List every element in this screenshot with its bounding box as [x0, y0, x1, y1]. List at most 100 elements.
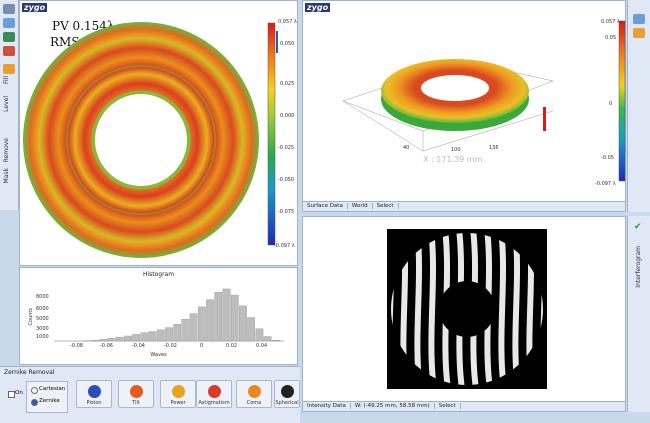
x-tick: -0.08	[70, 343, 83, 349]
status-select[interactable]: Select	[439, 403, 461, 409]
cartesian-label: Cartesian	[39, 386, 65, 392]
surface-map-plot[interactable]	[20, 1, 299, 267]
spherical-icon	[281, 385, 294, 398]
zernike-spherical-button[interactable]: Spherical	[274, 380, 300, 408]
histogram-bar	[223, 289, 230, 341]
zernike-tilt-button[interactable]: Tilt	[118, 380, 154, 408]
cbar-tick: 0.025	[280, 81, 294, 87]
histogram-bar	[141, 333, 148, 341]
power-icon	[172, 385, 185, 398]
zernike-button-label: Power	[161, 400, 195, 406]
check-icon[interactable]: ✔	[634, 222, 642, 232]
histogram-bar	[190, 314, 197, 341]
interferogram-background	[387, 229, 547, 389]
mask-label[interactable]: Mask	[3, 168, 10, 183]
histogram-xlabel: Waves	[20, 352, 297, 358]
remove-label[interactable]: Remove	[3, 138, 10, 162]
cbar-tick: 0.057 λ	[278, 19, 297, 25]
histogram-title: Histogram	[20, 271, 297, 278]
coma-icon	[248, 385, 261, 398]
x-tick: 0.04	[256, 343, 267, 349]
histogram-panel: Histogram Counts 8000 6000 5000 3000 100…	[19, 267, 298, 365]
x-tick: 0	[200, 343, 203, 349]
piston-icon	[88, 385, 101, 398]
settings-icon[interactable]	[633, 28, 645, 38]
axis-value: 40	[403, 145, 409, 151]
histogram-bar	[264, 337, 271, 341]
cbar-tick: -0.05	[601, 155, 614, 161]
fill-label: Fill	[3, 76, 10, 84]
plot3d-sidebar	[627, 0, 650, 212]
fringe-line	[431, 229, 434, 389]
color-icon[interactable]	[3, 46, 15, 56]
cbar-tick: -0.025	[278, 145, 294, 151]
status-intensity-data[interactable]: Intensity Data	[307, 403, 351, 409]
histogram-bar	[215, 292, 222, 341]
cbar-tick: -0.050	[278, 177, 294, 183]
y-tick: 1000	[36, 334, 49, 340]
zernike-piston-button[interactable]: Piston	[76, 380, 112, 408]
y-tick: 8000	[36, 294, 49, 300]
x-tick: -0.04	[132, 343, 145, 349]
cbar-tick: -0.097 λ	[274, 243, 295, 249]
y-tick: 3000	[36, 326, 49, 332]
plot3d-statusbar: Surface Data World Select	[303, 201, 625, 211]
histogram-bar	[165, 328, 172, 341]
y-tick: 6000	[36, 306, 49, 312]
histogram-bar	[247, 317, 254, 341]
interferogram-panel: Intensity DataW: (-49.25 mm, 58.58 mm)Se…	[302, 216, 626, 412]
view-icon[interactable]	[3, 32, 15, 42]
histogram-ylabel: Counts	[28, 308, 34, 325]
fringe-line	[501, 229, 504, 389]
left-toolbar: Fill Level Remove Mask	[0, 0, 19, 210]
zernike-button-label: Tilt	[119, 400, 153, 406]
interferogram-sidebar: ✔ Interferogram	[627, 216, 650, 412]
status-world[interactable]: World	[352, 203, 373, 209]
histogram-bar	[124, 336, 131, 341]
interferogram-statusbar: Intensity DataW: (-49.25 mm, 58.58 mm)Se…	[303, 401, 625, 411]
zernike-power-button[interactable]: Power	[160, 380, 196, 408]
cartesian-radio[interactable]	[31, 387, 38, 394]
status-select[interactable]: Select	[377, 203, 399, 209]
zernike-coma-button[interactable]: Coma	[236, 380, 272, 408]
interferogram-label[interactable]: Interferogram	[635, 246, 642, 288]
plot3d-colorbar	[619, 21, 625, 181]
grid-icon[interactable]	[633, 14, 645, 24]
histogram-bar	[198, 307, 205, 341]
histogram-bar	[174, 324, 181, 341]
histogram-bar	[239, 306, 246, 341]
on-label: On	[15, 390, 23, 396]
zernike-button-label: Spherical	[275, 400, 299, 406]
fill-button[interactable]	[3, 64, 15, 74]
plot3d-view[interactable]	[303, 1, 627, 201]
cbar-tick: 0.000	[280, 113, 294, 119]
zernike-button-label: Piston	[77, 400, 111, 406]
mode-group: Cartesian Zernike	[26, 381, 68, 413]
fringe-line	[417, 229, 420, 389]
x-tick: -0.02	[164, 343, 177, 349]
histogram-bar	[149, 331, 156, 341]
on-checkbox[interactable]	[8, 391, 15, 398]
zernike-title: Zernike Removal	[4, 369, 55, 376]
histogram-bar	[206, 300, 213, 341]
histogram-bar	[182, 319, 189, 341]
tilt-icon	[130, 385, 143, 398]
fringe-line	[515, 229, 518, 389]
histogram-plot[interactable]	[54, 284, 284, 342]
status-surface-data[interactable]: Surface Data	[307, 203, 348, 209]
histogram-bar	[108, 338, 115, 341]
level-label[interactable]: Level	[3, 96, 10, 112]
zernike-radio[interactable]	[31, 399, 38, 406]
surface-map-panel: zygo PV 0.154λ RMS 0.018λ	[19, 0, 298, 266]
chart-icon[interactable]	[3, 18, 15, 28]
x-tick: 0.02	[226, 343, 237, 349]
cbar-tick: 0.05	[605, 35, 616, 41]
zernike-astigmatism-button[interactable]: Astigmatism	[196, 380, 232, 408]
histogram-bar	[231, 295, 238, 341]
grid-icon[interactable]	[3, 4, 15, 14]
axis-value: 136	[489, 145, 499, 151]
histogram-bar	[116, 337, 123, 341]
cbar-tick: 0	[609, 101, 612, 107]
interferogram-image[interactable]	[387, 229, 547, 389]
histogram-bar	[256, 329, 263, 341]
